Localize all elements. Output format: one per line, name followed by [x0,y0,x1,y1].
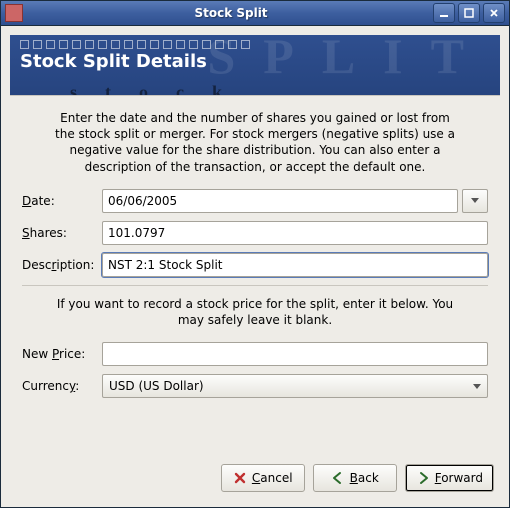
forward-label: orward [441,471,483,485]
row-new-price: New Price: [22,342,488,366]
currency-value: USD (US Dollar) [109,379,204,393]
forward-button[interactable]: Forward [405,464,494,492]
chevron-down-icon [471,198,479,203]
date-input[interactable] [102,189,458,213]
banner: SPLIT stock Stock Split Details [10,35,500,95]
window-title: Stock Split [29,6,433,20]
cancel-icon [233,471,247,485]
stock-split-window: Stock Split SPLIT stock Stock Split Deta… [0,0,510,508]
window-buttons [433,3,505,23]
chevron-down-icon [473,384,481,389]
banner-watermark-small: stock [70,82,250,95]
banner-title: Stock Split Details [20,51,490,72]
row-shares: Shares: [22,221,488,245]
cancel-button[interactable]: Cancel [221,464,305,492]
cancel-label: ancel [260,471,292,485]
row-currency: Currency: USD (US Dollar) [22,374,488,398]
maximize-button[interactable] [458,3,480,23]
shares-input[interactable] [102,221,488,245]
forward-arrow-icon [416,471,430,485]
date-picker-button[interactable] [462,189,488,213]
titlebar: Stock Split [1,1,509,26]
label-date: Date: [22,194,102,208]
app-icon [5,4,23,22]
back-button[interactable]: Back [313,464,397,492]
description-input[interactable] [102,253,488,277]
button-bar: Cancel Back Forward [10,454,500,498]
instructions-price: If you want to record a stock price for … [52,296,458,328]
minimize-button[interactable] [433,3,455,23]
form-area: Enter the date and the number of shares … [10,95,500,454]
row-date: Date: [22,189,488,213]
currency-select[interactable]: USD (US Dollar) [102,374,488,398]
instructions-top: Enter the date and the number of shares … [52,110,458,175]
back-arrow-icon [331,471,345,485]
label-new-price: New Price: [22,347,102,361]
label-currency: Currency: [22,379,102,393]
label-shares: Shares: [22,226,102,240]
close-button[interactable] [483,3,505,23]
back-label: ack [358,471,379,485]
new-price-input[interactable] [102,342,488,366]
row-description: Description: [22,253,488,277]
client-area: SPLIT stock Stock Split Details Enter th… [1,26,509,507]
label-description: Description: [22,258,102,272]
separator [22,285,488,286]
